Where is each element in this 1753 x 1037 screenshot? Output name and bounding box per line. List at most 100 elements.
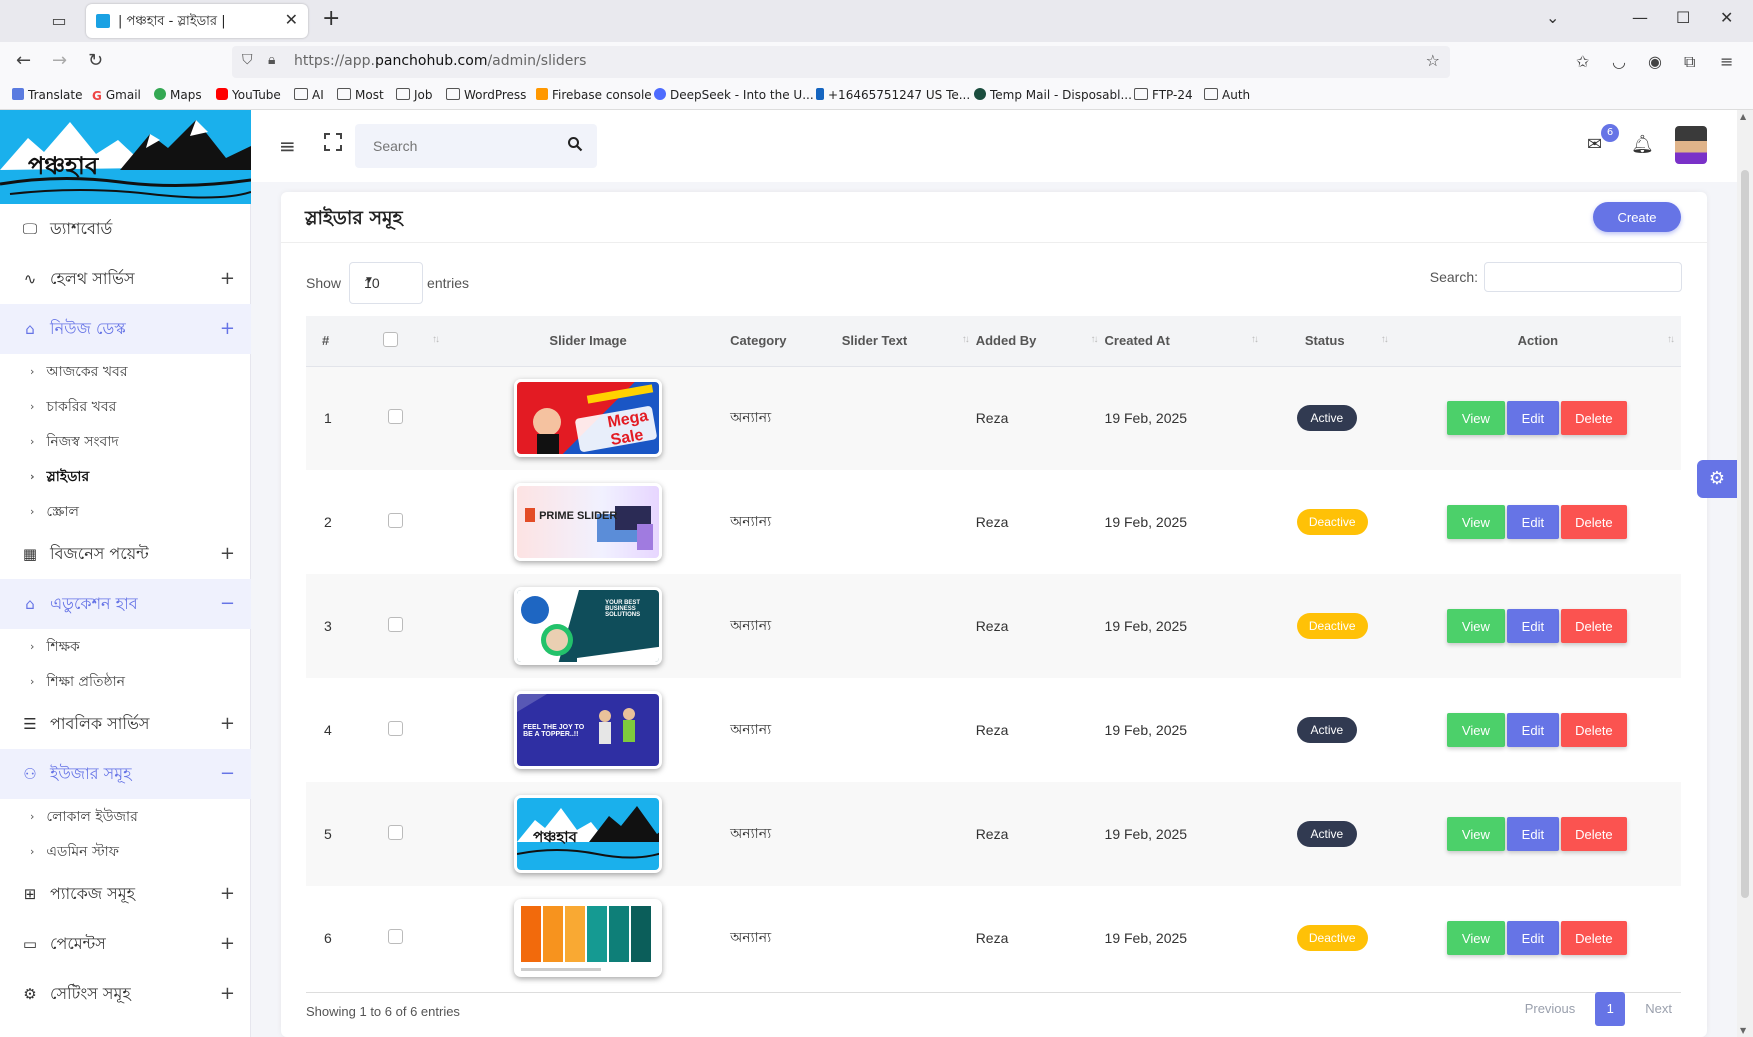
chevron-down-icon[interactable]: ⌄ <box>1546 8 1559 27</box>
bell-icon[interactable]: 🔔︎ <box>1631 134 1654 155</box>
sidebar-subitem-institution[interactable]: › শিক্ষা প্রতিষ্ঠান <box>0 664 251 699</box>
slider-thumbnail[interactable]: PRIME SLIDER <box>514 483 663 561</box>
previous-page-button[interactable]: Previous <box>1515 992 1586 1026</box>
view-button[interactable]: View <box>1446 921 1505 955</box>
bookmark-youtube[interactable]: YouTube <box>216 88 281 102</box>
col-header-number[interactable]: # <box>306 316 365 367</box>
expand-icon[interactable]: + <box>220 983 235 1004</box>
delete-button[interactable]: Delete <box>1560 713 1627 747</box>
expand-icon[interactable]: + <box>220 318 235 339</box>
bookmark-star-icon[interactable]: ☆ <box>1426 51 1440 70</box>
back-icon[interactable]: ← <box>16 50 31 71</box>
edit-button[interactable]: Edit <box>1506 609 1559 643</box>
scroll-up-icon[interactable]: ▲ <box>1740 112 1746 121</box>
delete-button[interactable]: Delete <box>1560 817 1627 851</box>
sort-icon[interactable]: ↑↓ <box>962 334 970 345</box>
sidebar-item-packages[interactable]: ⊞ প্যাকেজ সমূহ + <box>0 869 251 919</box>
col-header-checkbox[interactable]: ↑↓ <box>364 316 447 367</box>
view-button[interactable]: View <box>1446 817 1505 851</box>
sidebar-subitem-todays-news[interactable]: › আজকের খবর <box>0 354 251 389</box>
sidebar-item-news-desk[interactable]: ⌂ নিউজ ডেস্ক + <box>0 304 251 354</box>
header-search-input[interactable] <box>355 124 555 168</box>
sidebar-item-dashboard[interactable]: 🖵︎ ড্যাশবোর্ড <box>0 204 251 254</box>
mail-button[interactable]: ✉ 6 <box>1587 124 1619 155</box>
sidebar-subitem-slider[interactable]: › স্লাইডার <box>0 459 251 494</box>
slider-thumbnail[interactable]: Mega Sale <box>514 379 663 458</box>
address-bar[interactable]: ⛉ 🔒︎ https://app.panchohub.com/admin/sli… <box>232 46 1450 78</box>
bookmark-deepseek[interactable]: DeepSeek - Into the U... <box>654 88 814 102</box>
view-button[interactable]: View <box>1446 505 1505 539</box>
bookmark-maps[interactable]: Maps <box>154 88 202 102</box>
sort-icon[interactable]: ↑↓ <box>1251 334 1259 345</box>
row-checkbox[interactable] <box>387 929 403 944</box>
collapse-icon[interactable]: − <box>220 593 235 614</box>
delete-button[interactable]: Delete <box>1560 921 1627 955</box>
sort-icon[interactable]: ↑↓ <box>1667 334 1675 345</box>
sidebar-item-business-point[interactable]: ▦ বিজনেস পয়েন্ট + <box>0 529 251 579</box>
sidebar-subitem-own-news[interactable]: › নিজস্ব সংবাদ <box>0 424 251 459</box>
bookmark-tempmail[interactable]: Temp Mail - Disposabl... <box>974 88 1132 102</box>
lock-icon[interactable]: 🔒︎ <box>268 52 275 68</box>
slider-thumbnail[interactable]: FEEL THE JOY TO BE A TOPPER..!! <box>514 691 663 769</box>
table-search-input[interactable] <box>1484 262 1682 292</box>
col-header-status[interactable]: Status ↑↓ <box>1264 316 1395 367</box>
row-checkbox[interactable] <box>387 409 403 425</box>
sidebar-item-payments[interactable]: ▭ পেমেন্টস + <box>0 919 251 969</box>
collapse-icon[interactable]: − <box>220 763 235 784</box>
avatar[interactable] <box>1675 126 1707 164</box>
entries-select[interactable]: 10 ▼ <box>349 262 424 304</box>
tab-list-icon[interactable]: ▭ <box>48 10 70 32</box>
menu-icon[interactable]: ≡ <box>1720 52 1733 71</box>
shield-icon[interactable]: ⛉ <box>242 52 253 68</box>
expand-icon[interactable]: + <box>220 713 235 734</box>
view-button[interactable]: View <box>1446 609 1505 643</box>
row-checkbox[interactable] <box>387 825 403 840</box>
slider-thumbnail[interactable] <box>514 899 663 977</box>
edit-button[interactable]: Edit <box>1506 505 1559 539</box>
forward-icon[interactable]: → <box>52 50 67 71</box>
sidebar-item-users[interactable]: ⚇ ইউজার সমূহ − <box>0 749 251 799</box>
expand-icon[interactable]: + <box>220 543 235 564</box>
col-header-slider-text[interactable]: Slider Text ↑↓ <box>841 316 976 367</box>
bookmark-gmail[interactable]: G Gmail <box>92 88 141 103</box>
account-icon[interactable]: ◉ <box>1648 52 1662 71</box>
slider-thumbnail[interactable]: YOUR BEST BUSINESS SOLUTIONS <box>514 587 663 665</box>
sidebar-subitem-local-user[interactable]: › লোকাল ইউজার <box>0 799 251 834</box>
select-all-checkbox[interactable] <box>382 331 398 347</box>
bookmark-folder-job[interactable]: Job <box>396 88 433 102</box>
edit-button[interactable]: Edit <box>1506 921 1559 955</box>
sidebar-item-health-service[interactable]: ∿ হেলথ সার্ভিস + <box>0 254 251 304</box>
extensions-icon[interactable]: ⧉ <box>1684 52 1695 72</box>
hamburger-icon[interactable]: ≡ <box>279 134 296 158</box>
bookmark-folder-auth[interactable]: Auth <box>1204 88 1250 102</box>
browser-tab[interactable]: | পঞ্চহাব - স্লাইডার | ✕ <box>86 4 308 38</box>
scroll-down-icon[interactable]: ▼ <box>1740 1026 1746 1035</box>
sidebar-item-settings[interactable]: ⚙ সেটিংস সমূহ + <box>0 969 251 1019</box>
edit-button[interactable]: Edit <box>1506 713 1559 747</box>
fullscreen-icon[interactable] <box>323 132 343 152</box>
sidebar-subitem-scroll[interactable]: › স্ক্রোল <box>0 494 251 529</box>
bookmark-folder-ai[interactable]: AI <box>294 88 324 102</box>
sidebar-subitem-admin-staff[interactable]: › এডমিন স্টাফ <box>0 834 251 869</box>
col-header-created-at[interactable]: Created At ↑↓ <box>1104 316 1265 367</box>
sidebar-subitem-teacher[interactable]: › শিক্ষক <box>0 629 251 664</box>
reload-icon[interactable]: ↻ <box>88 50 103 71</box>
delete-button[interactable]: Delete <box>1560 505 1627 539</box>
gear-icon[interactable]: ⚙ <box>1697 460 1737 498</box>
page-1-button[interactable]: 1 <box>1595 992 1626 1026</box>
bookmark-phone[interactable]: +16465751247 US Te... <box>816 88 970 102</box>
edit-button[interactable]: Edit <box>1506 401 1559 436</box>
sort-icon[interactable]: ↑↓ <box>1091 334 1099 345</box>
sort-icon[interactable]: ↑↓ <box>432 334 440 345</box>
bookmark-folder-ftp[interactable]: FTP-24 <box>1134 88 1193 102</box>
reading-list-icon[interactable]: ✩ <box>1576 52 1589 71</box>
search-icon[interactable] <box>567 136 583 152</box>
minimize-icon[interactable]: — <box>1632 8 1648 27</box>
sidebar-item-education-hub[interactable]: ⌂ এডুকেশন হাব − <box>0 579 251 629</box>
expand-icon[interactable]: + <box>220 933 235 954</box>
expand-icon[interactable]: + <box>220 268 235 289</box>
delete-button[interactable]: Delete <box>1560 609 1627 643</box>
sidebar-item-public-service[interactable]: ☰ পাবলিক সার্ভিস + <box>0 699 251 749</box>
pocket-icon[interactable]: ◡ <box>1612 52 1626 71</box>
maximize-icon[interactable]: ☐ <box>1676 8 1690 27</box>
